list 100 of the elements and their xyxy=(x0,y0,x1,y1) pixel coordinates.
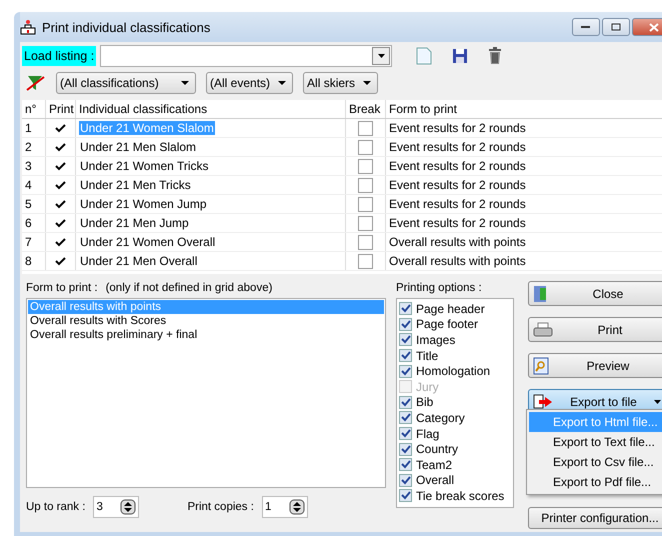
door-icon xyxy=(533,284,549,302)
break-checkbox[interactable] xyxy=(358,196,373,212)
option-label: Images xyxy=(416,332,456,347)
podium-icon xyxy=(20,19,36,35)
form-list-item[interactable]: Overall results with Scores xyxy=(28,314,384,328)
table-cell[interactable]: Under 21 Men Tricks xyxy=(79,178,192,192)
option-checkbox[interactable] xyxy=(399,411,412,424)
break-checkbox[interactable] xyxy=(358,140,373,154)
caret-icon xyxy=(363,81,372,85)
option-label: Country xyxy=(416,442,458,456)
form-note: (only if not defined in grid above) xyxy=(106,282,272,296)
table-cell: 4 xyxy=(22,176,46,194)
printing-options-label: Printing options : xyxy=(396,282,482,296)
option-label: Title xyxy=(416,348,438,363)
preview-button[interactable]: Preview xyxy=(528,353,662,378)
table-cell-text: Overall results with points xyxy=(388,234,527,251)
table-cell[interactable]: Under 21 Women Tricks xyxy=(79,159,210,173)
table-cell: 2 xyxy=(22,138,46,156)
option-label: Bib xyxy=(416,395,434,410)
minimize-button[interactable] xyxy=(572,18,600,36)
table-cell-text: Event results for 2 rounds xyxy=(388,215,527,232)
close-icon xyxy=(649,22,659,32)
table-cell[interactable]: Under 21 Men Overall xyxy=(79,254,198,268)
column-header[interactable]: Individual classifications xyxy=(76,100,346,118)
up-to-rank-label: Up to rank : xyxy=(26,501,86,513)
form-to-print-label: Form to print : xyxy=(26,282,98,296)
menu-item[interactable]: Export to Pdf file... xyxy=(529,472,662,492)
save-icon[interactable] xyxy=(452,48,468,64)
option-checkbox[interactable] xyxy=(399,302,412,316)
filter-dropdown[interactable]: (All events) xyxy=(206,72,294,94)
up-to-rank-spinner[interactable]: 3 xyxy=(93,496,140,518)
option-checkbox[interactable] xyxy=(399,333,412,346)
filter-off-icon[interactable] xyxy=(26,74,46,92)
option-checkbox[interactable] xyxy=(399,396,412,409)
caret-icon xyxy=(378,54,385,58)
table-cell[interactable]: Under 21 Men Slalom xyxy=(79,140,198,154)
caret-icon xyxy=(278,81,286,85)
printer-icon xyxy=(533,322,553,338)
table-cell: 3 xyxy=(22,157,46,175)
option-label: Team2 xyxy=(416,458,452,472)
break-checkbox[interactable] xyxy=(358,234,373,250)
minimize-icon xyxy=(581,25,591,29)
print-copies-label: Print copies : xyxy=(187,501,254,513)
table-cell: 6 xyxy=(22,214,46,232)
close-button[interactable]: Close xyxy=(528,281,662,306)
option-checkbox[interactable] xyxy=(399,489,412,502)
table-cell-text: Overall results with points xyxy=(388,253,527,270)
option-label: Page header xyxy=(416,302,485,316)
break-checkbox[interactable] xyxy=(358,158,373,174)
option-checkbox[interactable] xyxy=(399,318,412,331)
break-checkbox[interactable] xyxy=(358,178,373,192)
window-title: Print individual classifications xyxy=(42,20,210,34)
option-label: Tie break scores xyxy=(416,488,504,503)
option-checkbox[interactable] xyxy=(399,474,412,487)
option-checkbox[interactable] xyxy=(399,364,412,378)
table-cell-text: Event results for 2 rounds xyxy=(388,139,527,156)
option-label: Homologation xyxy=(416,364,490,378)
table-cell[interactable]: Under 21 Women Overall xyxy=(79,235,216,249)
table-cell: 1 xyxy=(22,119,46,137)
column-header[interactable]: Break xyxy=(346,100,386,118)
option-checkbox[interactable] xyxy=(399,442,412,456)
option-label: Jury xyxy=(416,380,439,394)
break-checkbox[interactable] xyxy=(358,120,373,136)
filter-dropdown[interactable]: All skiers xyxy=(303,72,378,94)
export-document-icon xyxy=(533,394,553,410)
option-checkbox[interactable] xyxy=(399,349,412,362)
filter-dropdown[interactable]: (All classifications) xyxy=(56,72,196,94)
column-header[interactable]: n° xyxy=(22,100,46,118)
table-cell: 7 xyxy=(22,233,46,251)
table-cell-text: Event results for 2 rounds xyxy=(388,177,527,194)
menu-item[interactable]: Export to Csv file... xyxy=(529,452,662,472)
caret-icon xyxy=(654,400,661,404)
trash-icon[interactable] xyxy=(488,47,502,65)
document-magnifier-icon xyxy=(533,356,549,374)
break-checkbox[interactable] xyxy=(358,216,373,230)
option-checkbox[interactable] xyxy=(399,458,412,472)
option-checkbox[interactable] xyxy=(399,427,412,440)
table-cell[interactable]: Under 21 Women Jump xyxy=(79,197,208,211)
option-label: Page footer xyxy=(416,317,478,332)
print-button[interactable]: Print xyxy=(528,317,662,342)
break-checkbox[interactable] xyxy=(358,254,373,268)
form-list-item[interactable]: Overall results preliminary + final xyxy=(28,328,384,342)
table-cell[interactable]: Under 21 Men Jump xyxy=(79,216,190,230)
option-label: Flag xyxy=(416,426,440,441)
option-label: Overall xyxy=(416,473,454,488)
menu-item[interactable]: Export to Text file... xyxy=(529,432,662,452)
print-copies-spinner[interactable]: 1 xyxy=(262,496,308,518)
table-cell-text: Event results for 2 rounds xyxy=(388,120,527,137)
table-cell-text: Event results for 2 rounds xyxy=(388,158,527,175)
maximize-button[interactable] xyxy=(602,18,630,36)
load-listing-label: Load listing : xyxy=(22,46,96,66)
table-cell: 8 xyxy=(22,252,46,270)
column-header[interactable]: Print xyxy=(46,100,76,118)
column-header[interactable]: Form to print xyxy=(386,100,624,118)
maximize-icon xyxy=(611,23,621,31)
table-cell-text: Event results for 2 rounds xyxy=(388,196,527,213)
caret-icon xyxy=(181,81,189,85)
option-label: Category xyxy=(416,410,465,425)
printer-configuration-button[interactable]: Printer configuration... xyxy=(528,507,662,529)
table-cell: 5 xyxy=(22,195,46,213)
